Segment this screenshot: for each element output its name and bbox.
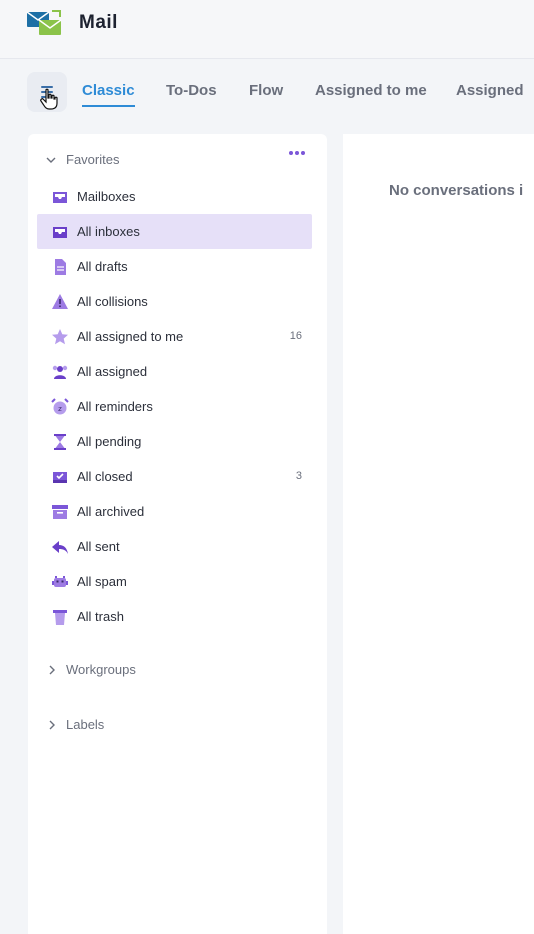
sidebar-item-all-archived[interactable]: All archived [37,494,312,529]
sidebar-item-label: Mailboxes [77,189,136,204]
workgroups-section-header[interactable]: Workgroups [44,660,304,680]
hand-pointer-cursor-icon [40,88,58,110]
closed-tray-icon [53,472,67,483]
sidebar-item-mailboxes[interactable]: Mailboxes [37,179,312,214]
sidebar-item-label: All pending [77,434,142,449]
sidebar-item-label: All closed [77,469,133,484]
spam-monster-icon [52,576,68,587]
trash-icon [53,610,67,625]
tab-assigned[interactable]: Assigned [456,82,524,105]
sidebar: Favorites Mailboxes All inboxes All draf… [28,134,327,934]
archive-box-icon [52,505,68,519]
favorites-title: Favorites [66,152,120,167]
view-tab-bar: Classic To-Dos Flow Assigned to me Assig… [0,60,534,122]
tab-flow[interactable]: Flow [249,82,283,105]
sidebar-item-label: All assigned [77,364,148,379]
inbox-tray-icon [53,227,67,238]
reply-arrow-icon [52,541,68,554]
conversation-list-panel: No conversations i [343,134,534,934]
sidebar-item-label: All drafts [77,259,128,274]
sidebar-item-label: All collisions [77,294,148,309]
sidebar-item-all-assigned-to-me[interactable]: All assigned to me 16 [37,319,312,354]
sidebar-item-all-reminders[interactable]: z All reminders [37,389,312,424]
mail-logo-icon[interactable] [26,9,64,37]
favorites-section-header[interactable]: Favorites [44,150,304,170]
sidebar-item-label: All inboxes [77,224,140,239]
inbox-tray-icon [53,192,67,203]
sidebar-item-all-pending[interactable]: All pending [37,424,312,459]
sidebar-item-label: All reminders [77,399,153,414]
people-icon [52,365,68,379]
labels-title: Labels [66,717,105,732]
chevron-down-icon [46,157,56,163]
tab-classic[interactable]: Classic [82,82,135,107]
star-icon [52,329,68,345]
workgroups-title: Workgroups [66,662,136,677]
sidebar-item-all-trash[interactable]: All trash [37,599,312,634]
sidebar-item-label: All trash [77,609,124,624]
draft-document-icon [55,259,66,275]
item-count: 16 [289,330,302,342]
sidebar-item-label: All sent [77,539,120,554]
empty-state-text: No conversations i [389,182,524,199]
sidebar-item-all-inboxes[interactable]: All inboxes [37,214,312,249]
sidebar-item-all-assigned[interactable]: All assigned [37,354,312,389]
app-header: Mail [0,0,534,59]
sidebar-item-all-closed[interactable]: All closed 3 [37,459,312,494]
sidebar-item-all-drafts[interactable]: All drafts [37,249,312,284]
svg-text:z: z [58,405,62,413]
sidebar-item-all-collisions[interactable]: All collisions [37,284,312,319]
sidebar-item-all-sent[interactable]: All sent [37,529,312,564]
chevron-right-icon [49,665,55,675]
app-title: Mail [79,12,118,33]
sidebar-item-all-spam[interactable]: All spam [37,564,312,599]
item-count: 3 [295,470,302,482]
tab-to-dos[interactable]: To-Dos [166,82,217,105]
sidebar-item-label: All archived [77,504,145,519]
more-dots-icon[interactable] [288,148,306,158]
labels-section-header[interactable]: Labels [44,715,304,735]
sidebar-item-label: All spam [77,574,127,589]
warning-triangle-icon [52,294,68,309]
alarm-clock-icon: z [51,398,69,415]
tab-assigned-to-me[interactable]: Assigned to me [315,82,427,105]
hourglass-icon [54,434,66,450]
chevron-right-icon [49,720,55,730]
sidebar-item-label: All assigned to me [77,329,184,344]
